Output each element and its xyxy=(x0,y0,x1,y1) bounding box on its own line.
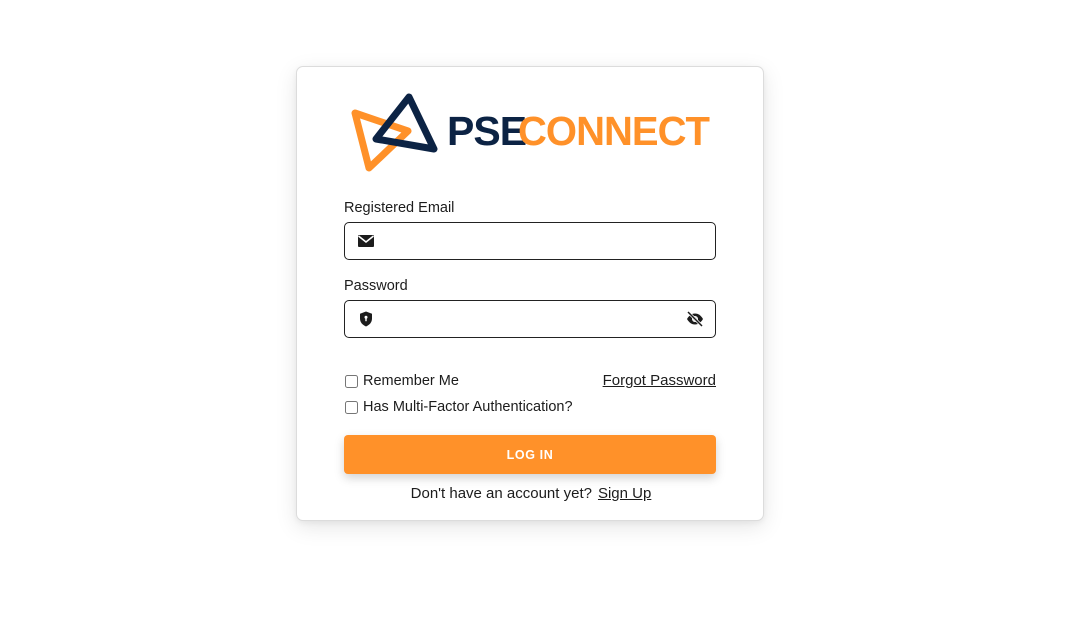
remember-me-row[interactable]: Remember Me xyxy=(344,372,459,390)
envelope-icon xyxy=(357,233,375,249)
signup-link[interactable]: Sign Up xyxy=(598,485,651,502)
brand-name-accent: CONNECT xyxy=(518,108,710,154)
remember-me-label: Remember Me xyxy=(363,373,459,389)
mfa-checkbox[interactable] xyxy=(345,400,358,414)
shield-icon xyxy=(357,311,375,327)
email-label: Registered Email xyxy=(344,200,455,216)
mfa-row[interactable]: Has Multi-Factor Authentication? xyxy=(344,398,573,416)
password-label: Password xyxy=(344,278,408,294)
password-field[interactable] xyxy=(385,301,675,337)
email-field-wrapper xyxy=(344,222,716,260)
login-card: PSE CONNECT Registered Email Password Re… xyxy=(296,66,764,521)
password-field-wrapper xyxy=(344,300,716,338)
brand-logo: PSE CONNECT xyxy=(350,91,712,173)
login-button[interactable]: LOG IN xyxy=(344,435,716,474)
eye-slash-icon[interactable] xyxy=(686,310,704,328)
remember-me-checkbox[interactable] xyxy=(345,374,358,388)
brand-name-dark: PSE xyxy=(447,108,526,154)
email-field[interactable] xyxy=(385,223,675,259)
pseconnect-logo-icon: PSE CONNECT xyxy=(351,93,711,172)
forgot-password-link[interactable]: Forgot Password xyxy=(603,372,716,389)
signup-row: Don't have an account yet? Sign Up xyxy=(297,485,765,502)
signup-prompt: Don't have an account yet? xyxy=(410,485,592,502)
mfa-label: Has Multi-Factor Authentication? xyxy=(363,399,573,415)
